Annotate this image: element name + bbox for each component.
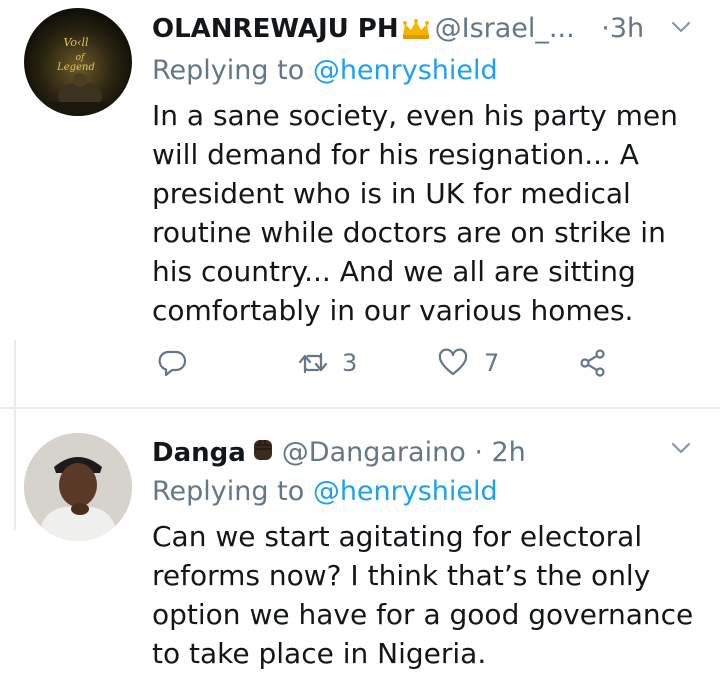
reply-button[interactable] (158, 348, 188, 378)
tweet-text: Can we start agitating for electoral ref… (152, 520, 694, 670)
tweet-actions: 3 7 (152, 348, 632, 388)
user-handle[interactable]: @Dangaraino (282, 437, 466, 468)
mention-link[interactable]: @henryshield (313, 55, 498, 86)
tweet-text: In a sane society, even his party men wi… (152, 99, 678, 327)
svg-text:Vo‹ll: Vo‹ll (64, 36, 89, 49)
share-icon (580, 349, 605, 377)
separator-dot: · (474, 437, 483, 468)
tweet-header: Danga @Dangaraino · 2h (152, 434, 526, 473)
crown-emoji (401, 15, 431, 49)
display-name[interactable]: OLANREWAJU PH (152, 14, 399, 44)
user-handle[interactable]: @Israel_... (435, 13, 575, 44)
timestamp[interactable]: 2h (492, 437, 526, 468)
replying-to-label: Replying to (152, 55, 305, 86)
chevron-down-icon[interactable] (670, 16, 692, 38)
svg-text:Legend: Legend (56, 62, 95, 73)
avatar[interactable]: Vo‹ll of Legend (24, 8, 132, 116)
replying-to: Replying to @henryshield (152, 54, 498, 88)
like-icon (438, 348, 468, 376)
avatar[interactable] (24, 433, 132, 541)
retweet-count: 3 (342, 349, 358, 377)
replying-to-label: Replying to (152, 476, 305, 507)
replying-to: Replying to @henryshield (152, 475, 498, 509)
chevron-down-icon[interactable] (670, 437, 692, 459)
mention-link[interactable]: @henryshield (313, 476, 498, 507)
retweet-icon (298, 352, 328, 374)
retweet-button[interactable]: 3 (298, 348, 357, 378)
display-name[interactable]: Danga (152, 438, 246, 468)
like-count: 7 (484, 349, 500, 377)
tweet[interactable]: Vo‹ll of Legend OLANREWAJU PH @Israel_...… (0, 0, 720, 408)
separator-dot: · (601, 13, 610, 44)
like-button[interactable]: 7 (438, 348, 499, 378)
share-button[interactable] (578, 348, 608, 378)
tweet-header: OLANREWAJU PH @Israel_... ·3h (152, 12, 644, 49)
timestamp[interactable]: 3h (610, 13, 644, 44)
reply-icon (158, 350, 187, 377)
raised-fist-emoji (248, 434, 278, 473)
